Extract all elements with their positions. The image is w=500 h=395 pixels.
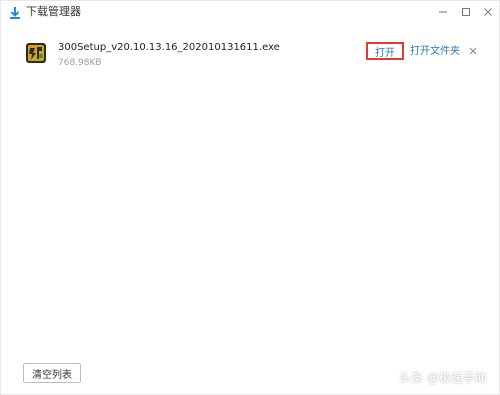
open-button[interactable]: 打开	[366, 42, 404, 60]
title-bar: 下载管理器	[1, 1, 500, 23]
file-size: 768.98KB	[58, 58, 102, 68]
download-item: 300Setup_v20.10.13.16_202010131611.exe 7…	[1, 33, 500, 73]
file-name: 300Setup_v20.10.13.16_202010131611.exe	[58, 42, 280, 53]
download-manager-window: 下载管理器 300Setup_v20.10.13.16_202010131611…	[0, 0, 500, 395]
close-icon[interactable]	[480, 4, 496, 20]
open-folder-link[interactable]: 打开文件夹	[410, 45, 460, 58]
minimize-icon[interactable]	[435, 4, 451, 20]
clear-list-button[interactable]: 清空列表	[23, 363, 81, 383]
remove-item-icon[interactable]	[467, 45, 479, 57]
app-file-icon	[25, 42, 47, 64]
maximize-icon[interactable]	[458, 4, 474, 20]
watermark: 头条 @极速手助	[399, 371, 487, 385]
window-title: 下载管理器	[26, 5, 81, 18]
download-icon	[8, 5, 22, 19]
